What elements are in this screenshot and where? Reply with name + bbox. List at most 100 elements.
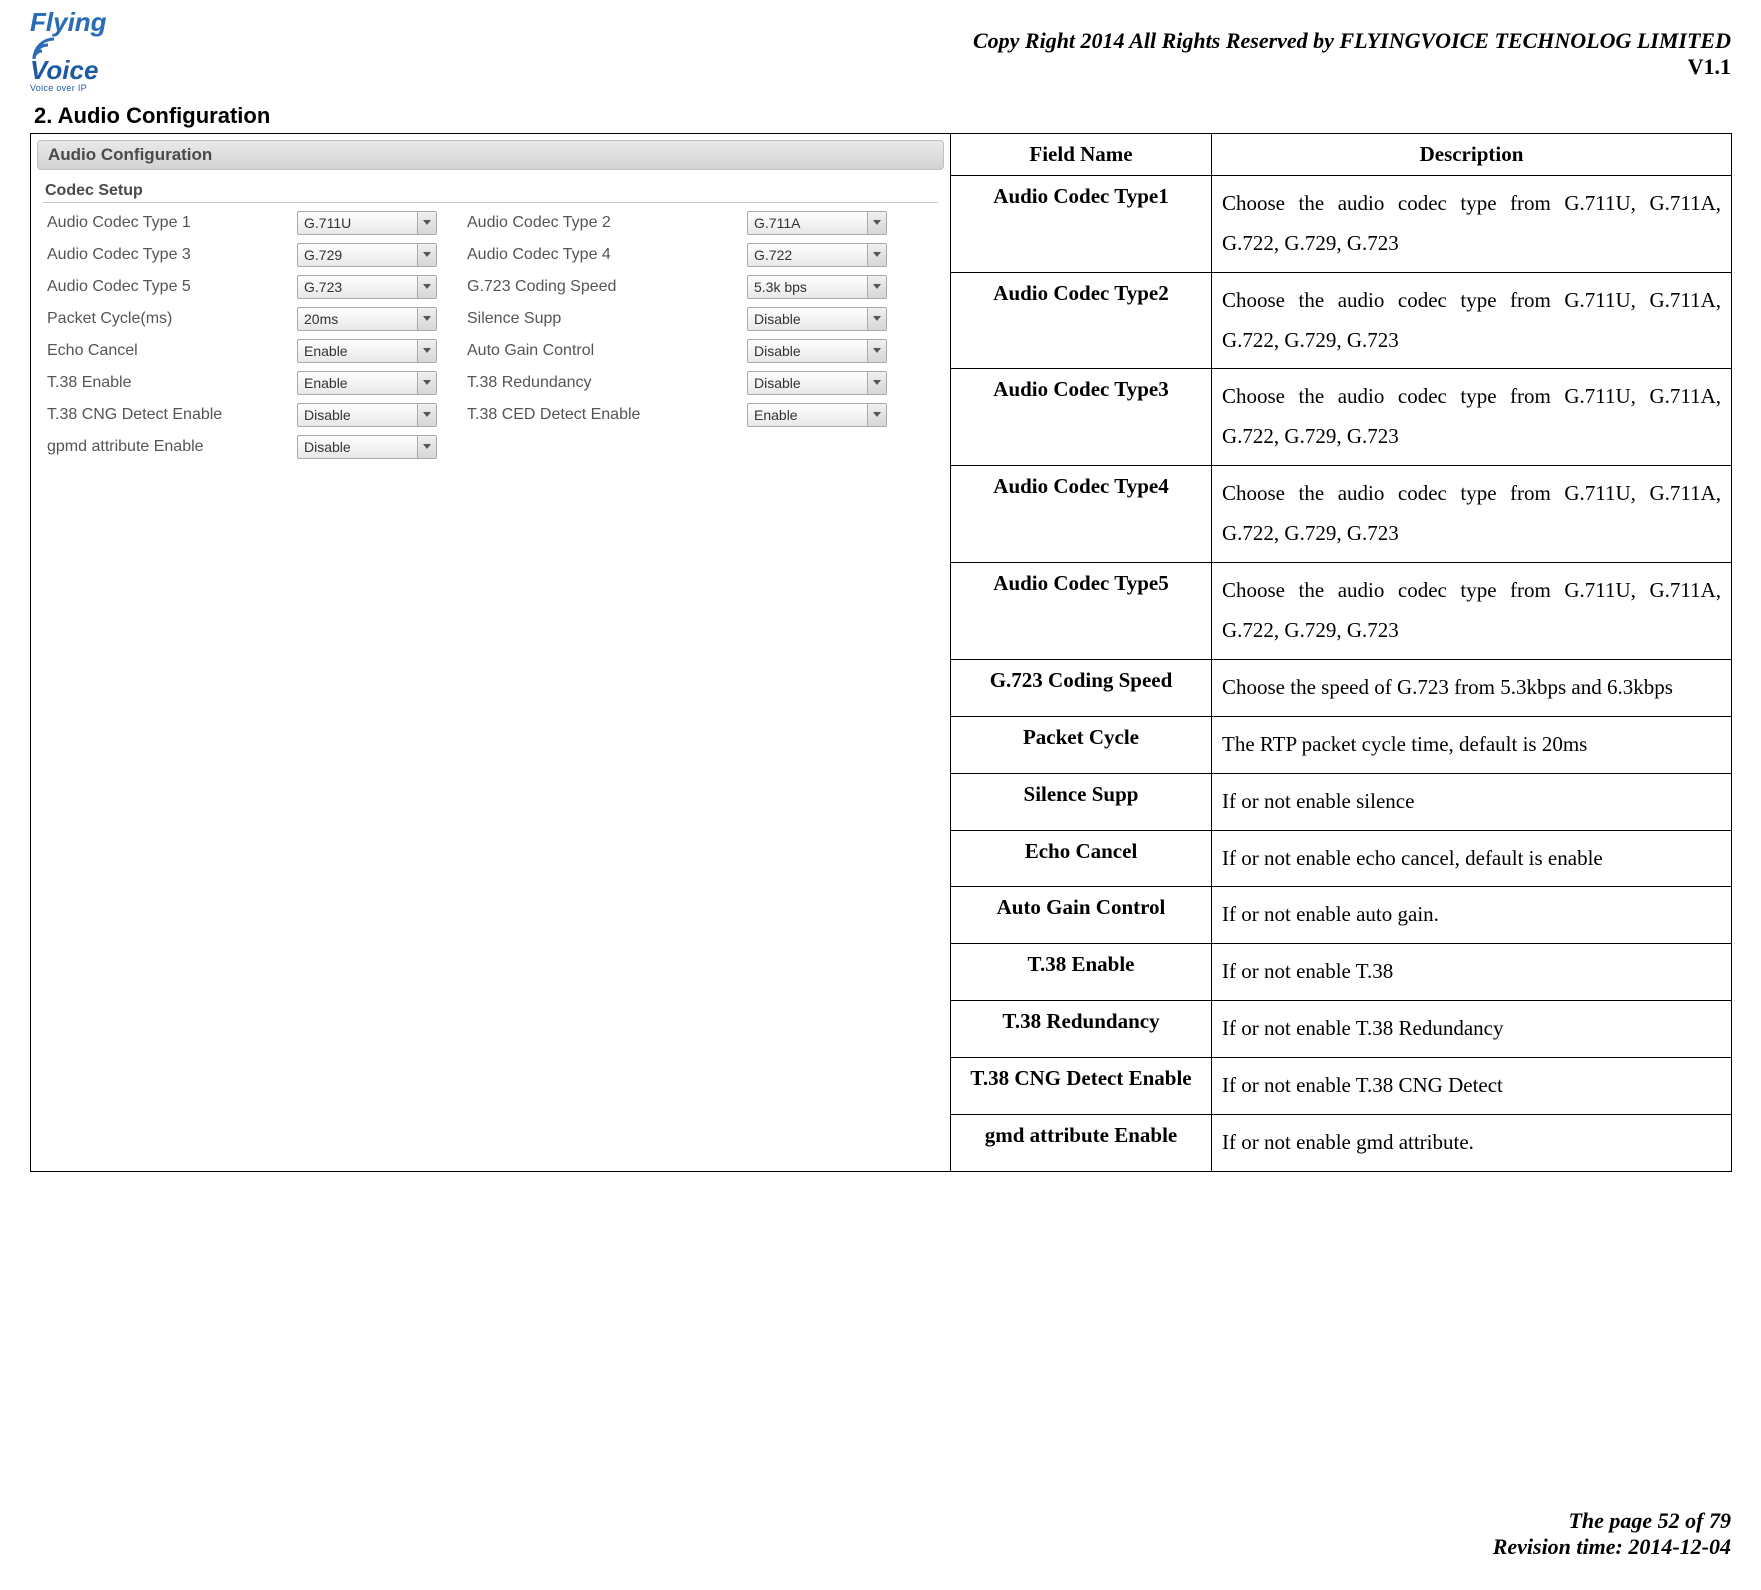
field-name-cell: Echo Cancel [951, 830, 1212, 887]
description-cell: Choose the audio codec type from G.711U,… [1212, 466, 1732, 563]
form-label: Audio Codec Type 2 [467, 214, 717, 232]
table-row: T.38 EnableIf or not enable T.38 [951, 944, 1731, 1001]
panel-title: Audio Configuration [37, 140, 944, 170]
chevron-down-icon [417, 212, 436, 234]
chevron-down-icon [417, 436, 436, 458]
form-select[interactable]: Enable [297, 339, 437, 363]
col-description: Description [1212, 134, 1732, 176]
logo-bottom: Voice [30, 58, 140, 83]
select-value: G.723 [304, 279, 342, 295]
chevron-down-icon [867, 276, 886, 298]
form-label: Packet Cycle(ms) [47, 310, 267, 328]
table-row: Audio Codec Type4Choose the audio codec … [951, 466, 1731, 563]
select-value: Disable [754, 375, 801, 391]
chevron-down-icon [417, 340, 436, 362]
form-select[interactable]: Enable [747, 403, 887, 427]
form-select[interactable]: Disable [747, 307, 887, 331]
select-value: Disable [304, 439, 351, 455]
field-name-cell: T.38 CNG Detect Enable [951, 1058, 1212, 1115]
form-select[interactable]: Enable [297, 371, 437, 395]
chevron-down-icon [867, 340, 886, 362]
form-select[interactable]: G.711U [297, 211, 437, 235]
chevron-down-icon [417, 372, 436, 394]
select-value: Disable [754, 311, 801, 327]
form-label: T.38 CNG Detect Enable [47, 406, 267, 424]
description-cell: If or not enable echo cancel, default is… [1212, 830, 1732, 887]
form-label: T.38 Enable [47, 374, 267, 392]
form-label: Echo Cancel [47, 342, 267, 360]
chevron-down-icon [867, 404, 886, 426]
description-cell: If or not enable T.38 CNG Detect [1212, 1058, 1732, 1115]
field-name-cell: T.38 Redundancy [951, 1001, 1212, 1058]
select-value: G.722 [754, 247, 792, 263]
group-title: Codec Setup [43, 182, 938, 203]
table-row: Audio Codec Type5Choose the audio codec … [951, 563, 1731, 660]
form-select[interactable]: Disable [747, 339, 887, 363]
form-select[interactable]: G.711A [747, 211, 887, 235]
form-label: Auto Gain Control [467, 342, 717, 360]
copyright-text: Copy Right 2014 All Rights Reserved by F… [973, 28, 1731, 54]
table-row: gmd attribute EnableIf or not enable gmd… [951, 1114, 1731, 1170]
description-cell: If or not enable auto gain. [1212, 887, 1732, 944]
chevron-down-icon [867, 308, 886, 330]
revision-time: Revision time: 2014-12-04 [1493, 1534, 1731, 1560]
form-label: Silence Supp [467, 310, 717, 328]
version-text: V1.1 [973, 54, 1731, 80]
field-name-cell: Audio Codec Type2 [951, 272, 1212, 369]
description-cell: If or not enable gmd attribute. [1212, 1114, 1732, 1170]
col-field-name: Field Name [951, 134, 1212, 176]
table-row: T.38 CNG Detect EnableIf or not enable T… [951, 1058, 1731, 1115]
logo-top: Flying [30, 10, 107, 35]
field-name-cell: gmd attribute Enable [951, 1114, 1212, 1170]
description-cell: The RTP packet cycle time, default is 20… [1212, 716, 1732, 773]
page-number: The page 52 of 79 [1493, 1508, 1731, 1534]
select-value: G.711U [304, 215, 351, 231]
field-name-cell: G.723 Coding Speed [951, 659, 1212, 716]
logo-tag: Voice over IP [30, 84, 140, 93]
field-name-cell: Audio Codec Type1 [951, 175, 1212, 272]
section-title: 2. Audio Configuration [34, 103, 1731, 129]
table-row: G.723 Coding SpeedChoose the speed of G.… [951, 659, 1731, 716]
form-select[interactable]: Disable [297, 435, 437, 459]
description-cell: If or not enable T.38 [1212, 944, 1732, 1001]
field-name-cell: Audio Codec Type4 [951, 466, 1212, 563]
select-value: G.729 [304, 247, 342, 263]
table-row: Silence SuppIf or not enable silence [951, 773, 1731, 830]
select-value: Enable [304, 343, 348, 359]
chevron-down-icon [417, 276, 436, 298]
page-footer: The page 52 of 79 Revision time: 2014-12… [1493, 1508, 1731, 1560]
audio-config-screenshot: Audio Configuration Codec Setup Audio Co… [31, 134, 950, 469]
field-name-cell: T.38 Enable [951, 944, 1212, 1001]
select-value: 5.3k bps [754, 279, 807, 295]
chevron-down-icon [867, 212, 886, 234]
form-label: G.723 Coding Speed [467, 278, 717, 296]
table-row: Packet CycleThe RTP packet cycle time, d… [951, 716, 1731, 773]
select-value: Enable [304, 375, 348, 391]
form-label: Audio Codec Type 4 [467, 246, 717, 264]
description-cell: Choose the audio codec type from G.711U,… [1212, 175, 1732, 272]
form-select[interactable]: G.722 [747, 243, 887, 267]
form-label: T.38 CED Detect Enable [467, 406, 717, 424]
form-select[interactable]: G.729 [297, 243, 437, 267]
table-row: Audio Codec Type2Choose the audio codec … [951, 272, 1731, 369]
form-select[interactable]: Disable [297, 403, 437, 427]
form-select[interactable]: G.723 [297, 275, 437, 299]
logo: Flying Voice Voice over IP [30, 10, 140, 93]
form-select[interactable]: 5.3k bps [747, 275, 887, 299]
field-description-table: Field Name Description Audio Codec Type1… [951, 134, 1731, 1171]
chevron-down-icon [417, 404, 436, 426]
description-cell: Choose the audio codec type from G.711U,… [1212, 369, 1732, 466]
table-row: Auto Gain ControlIf or not enable auto g… [951, 887, 1731, 944]
select-value: Disable [304, 407, 351, 423]
form-select[interactable]: 20ms [297, 307, 437, 331]
form-select[interactable]: Disable [747, 371, 887, 395]
table-row: Audio Codec Type1Choose the audio codec … [951, 175, 1731, 272]
description-cell: Choose the audio codec type from G.711U,… [1212, 272, 1732, 369]
description-cell: Choose the audio codec type from G.711U,… [1212, 563, 1732, 660]
select-value: G.711A [754, 215, 800, 231]
field-name-cell: Audio Codec Type5 [951, 563, 1212, 660]
description-cell: Choose the speed of G.723 from 5.3kbps a… [1212, 659, 1732, 716]
form-label: Audio Codec Type 3 [47, 246, 267, 264]
select-value: Enable [754, 407, 798, 423]
chevron-down-icon [867, 372, 886, 394]
